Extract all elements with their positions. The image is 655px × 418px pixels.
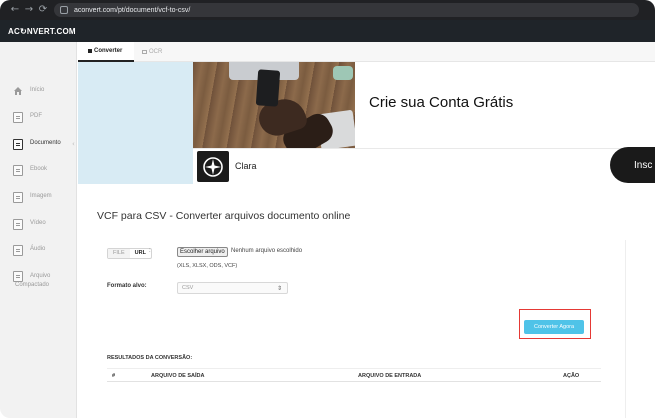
supported-formats-hint: (XLS, XLSX, ODS, VCF) <box>177 263 238 269</box>
video-icon <box>13 219 23 230</box>
convert-now-button[interactable]: Converter Agora <box>524 320 584 334</box>
sidebar-item-audio[interactable]: Áudio <box>0 245 77 256</box>
tab-label: OCR <box>149 49 163 55</box>
converter-icon <box>88 49 92 53</box>
target-format-value: CSV <box>182 285 194 291</box>
ad-side-panel <box>78 62 193 184</box>
ad-headline[interactable]: Crie sua Conta Grátis <box>369 94 513 111</box>
tab-ocr[interactable]: OCR <box>138 42 162 62</box>
sidebar-item-label: Vídeo <box>30 220 46 226</box>
reload-icon[interactable]: ⟳ <box>36 0 50 20</box>
sidebar-item-label: Áudio <box>30 246 46 252</box>
target-format-select[interactable]: CSV ⇕ <box>177 282 288 294</box>
ad-footer <box>193 148 655 184</box>
ad-image[interactable] <box>193 62 355 148</box>
converter-tabs: Converter OCR <box>78 42 655 62</box>
screenshot-frame: ← → ⟳ aconvert.com/pt/document/vcf-to-cs… <box>0 0 655 418</box>
url-text: aconvert.com/pt/document/vcf-to-csv/ <box>74 6 191 14</box>
sidebar-item-pdf[interactable]: PDF <box>0 112 77 123</box>
ad-signup-button[interactable]: Insc <box>610 147 655 183</box>
file-status-text: Nenhum arquivo escolhido <box>231 248 303 254</box>
target-format-label: Formato alvo: <box>107 283 147 289</box>
column-output-file: ARQUIVO DE SAÍDA <box>151 373 205 379</box>
choose-file-button[interactable]: Escolher arquivo <box>177 247 228 257</box>
toggle-url-option[interactable]: URL <box>130 249 151 258</box>
arrow-right-icon[interactable]: → <box>22 0 36 20</box>
site-info-icon[interactable] <box>60 6 68 14</box>
audio-icon <box>13 245 23 256</box>
source-toggle: FILE URL <box>107 248 152 259</box>
page-title: VCF para CSV - Converter arquivos docume… <box>97 210 351 222</box>
address-bar[interactable]: aconvert.com/pt/document/vcf-to-csv/ <box>54 3 639 17</box>
results-heading: RESULTADOS DA CONVERSÃO: <box>107 355 193 361</box>
ad-brand-name[interactable]: Clara <box>235 161 257 171</box>
clara-logo-icon[interactable] <box>197 151 229 182</box>
sidebar-item-imagem[interactable]: Imagem <box>0 192 77 203</box>
sidebar-item-inicio[interactable]: Início <box>0 86 77 96</box>
pdf-icon <box>13 112 23 123</box>
sidebar-item-label: Início <box>30 87 45 93</box>
toggle-file-option[interactable]: FILE <box>108 249 130 258</box>
ebook-icon <box>13 165 23 176</box>
sidebar-item-documento[interactable]: Documento <box>0 139 77 150</box>
arrow-left-icon[interactable]: ← <box>8 0 22 20</box>
sidebar-item-label: Documento <box>30 140 61 146</box>
chevron-updown-icon: ⇕ <box>276 285 282 292</box>
site-header: AC↻NVERT.COM <box>0 20 655 42</box>
tab-label: Converter <box>94 48 123 54</box>
sidebar-item-video[interactable]: Vídeo <box>0 219 77 230</box>
divider <box>625 240 626 418</box>
column-number: # <box>112 373 116 379</box>
sidebar-item-label-line2: Compactado <box>15 282 50 288</box>
ocr-icon <box>142 50 147 54</box>
column-input-file: ARQUIVO DE ENTRADA <box>358 373 422 379</box>
sidebar-item-label: PDF <box>30 113 42 119</box>
sidebar: Início PDF Documento Ebook Imagem Vídeo … <box>0 42 77 418</box>
sidebar-item-label: Imagem <box>30 193 52 199</box>
sidebar-item-label: Ebook <box>30 166 48 172</box>
sidebar-item-arquivo-compactado[interactable]: Arquivo Compactado <box>0 271 77 293</box>
tab-converter[interactable]: Converter <box>78 42 134 62</box>
toggle-separator: : <box>149 248 151 254</box>
site-logo[interactable]: AC↻NVERT.COM <box>8 27 76 36</box>
home-icon <box>13 86 23 96</box>
document-icon <box>13 139 23 150</box>
results-table-header: # ARQUIVO DE SAÍDA ARQUIVO DE ENTRADA AÇ… <box>107 368 601 382</box>
image-icon <box>13 192 23 203</box>
sidebar-item-ebook[interactable]: Ebook <box>0 165 77 176</box>
sidebar-item-label: Arquivo <box>30 273 51 279</box>
browser-toolbar: ← → ⟳ aconvert.com/pt/document/vcf-to-cs… <box>0 0 655 20</box>
column-action: AÇÃO <box>563 373 580 379</box>
